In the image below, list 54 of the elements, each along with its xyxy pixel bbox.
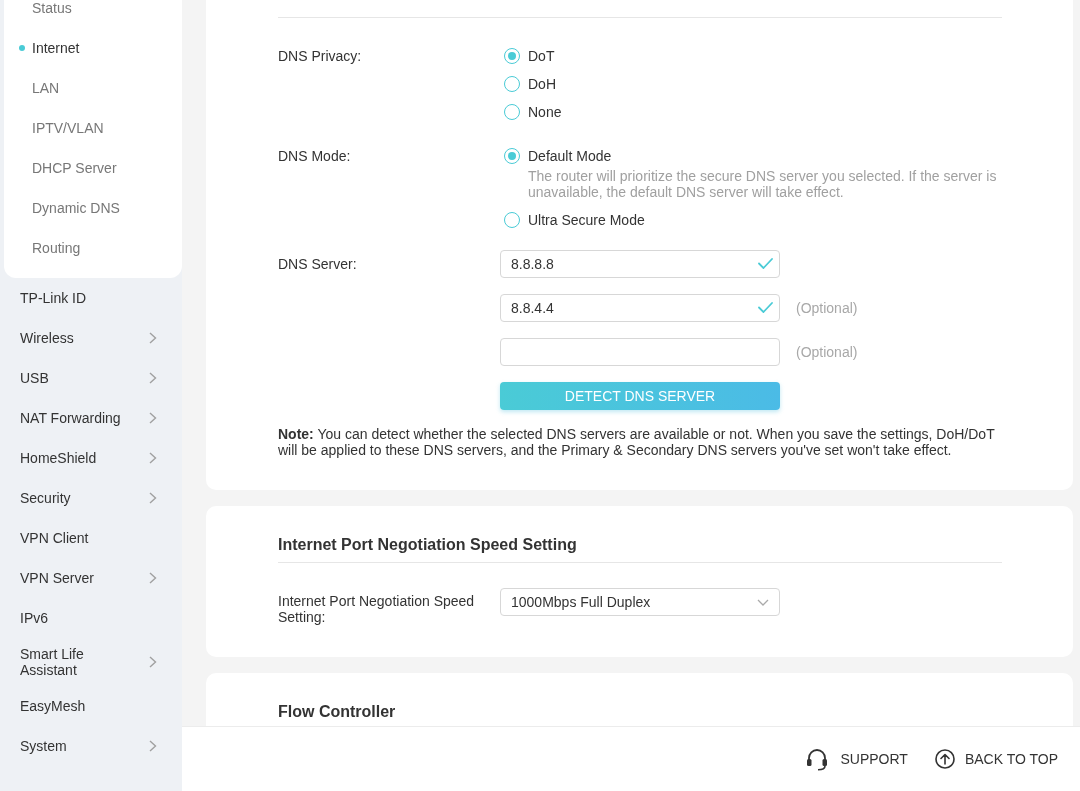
chevron-right-icon (149, 412, 157, 424)
speed-dropdown[interactable]: 1000Mbps Full Duplex (500, 588, 780, 616)
submenu-item[interactable]: IPTV/VLAN (4, 108, 182, 148)
chevron-right-icon (149, 740, 157, 752)
radio-option[interactable]: Ultra Secure Mode (504, 206, 645, 234)
radio-option[interactable]: DoT (504, 42, 555, 70)
option-description: The router will prioritize the secure DNS server you selected. If the server is unavailable, the default DNS server will take effect. (527, 168, 998, 200)
menu-item[interactable]: HomeShield (0, 438, 182, 478)
submenu-item[interactable]: Status (4, 0, 182, 28)
active-dot-icon (19, 45, 25, 51)
menu-item[interactable]: IPv6 (0, 598, 182, 638)
menu-item[interactable]: USB (0, 358, 182, 398)
arrow-up-circle-icon (934, 749, 955, 769)
chevron-right-icon (149, 572, 157, 584)
menu-item[interactable]: VPN Server (0, 558, 182, 598)
field-label: DNS Privacy: (278, 47, 363, 66)
optional-hint: (Optional) (796, 344, 858, 360)
check-icon (758, 302, 773, 313)
radio-option[interactable]: DoH (504, 70, 556, 98)
support-link[interactable]: SUPPORT (806, 747, 908, 771)
radio-option[interactable]: None (504, 98, 562, 126)
note-text: Note: You can detect whether the selected DNS servers are available or not. When you save the settings, DoH/DoT will be applied to these DNS servers, and the Primary & Secondary DNS servers you've set won't take effect. (278, 426, 996, 458)
submenu-item[interactable]: LAN (4, 68, 182, 108)
menu-item[interactable]: Security (0, 478, 182, 518)
menu-item[interactable]: VPN Client (0, 518, 182, 558)
submenu-item[interactable]: Internet (4, 28, 182, 68)
back-to-top-link[interactable]: BACK TO TOP (934, 749, 1058, 769)
input-field[interactable]: 8.8.4.4 (500, 294, 780, 322)
menu-item[interactable]: NAT Forwarding (0, 398, 182, 438)
menu-item[interactable]: TP-Link ID (0, 278, 182, 318)
submenu-item[interactable]: Routing (4, 228, 182, 268)
section-title: Flow Controller (278, 702, 396, 722)
caret-icon (757, 598, 769, 606)
chevron-right-icon (149, 372, 157, 384)
chevron-right-icon (149, 332, 157, 344)
headset-icon (806, 747, 829, 771)
field-label: DNS Mode: (278, 147, 352, 166)
radio-option[interactable]: Default Mode (504, 142, 612, 170)
input-field[interactable] (500, 338, 780, 366)
menu-item[interactable]: EasyMesh (0, 686, 182, 726)
menu-item[interactable]: System (0, 726, 182, 766)
optional-hint: (Optional) (796, 300, 858, 316)
section-title: Internet Port Negotiation Speed Setting (278, 535, 577, 555)
menu-item[interactable]: Wireless (0, 318, 182, 358)
chevron-right-icon (149, 656, 157, 668)
input-field[interactable]: 8.8.8.8 (500, 250, 780, 278)
menu-item[interactable]: Smart Life Assistant (0, 638, 182, 686)
field-label: DNS Server: (278, 255, 358, 274)
submenu-item[interactable]: DHCP Server (4, 148, 182, 188)
field-label: Internet Port Negotiation Speed Setting: (278, 593, 476, 625)
submenu-item[interactable]: Dynamic DNS (4, 188, 182, 228)
chevron-right-icon (149, 452, 157, 464)
chevron-right-icon (149, 492, 157, 504)
check-icon (758, 258, 773, 269)
